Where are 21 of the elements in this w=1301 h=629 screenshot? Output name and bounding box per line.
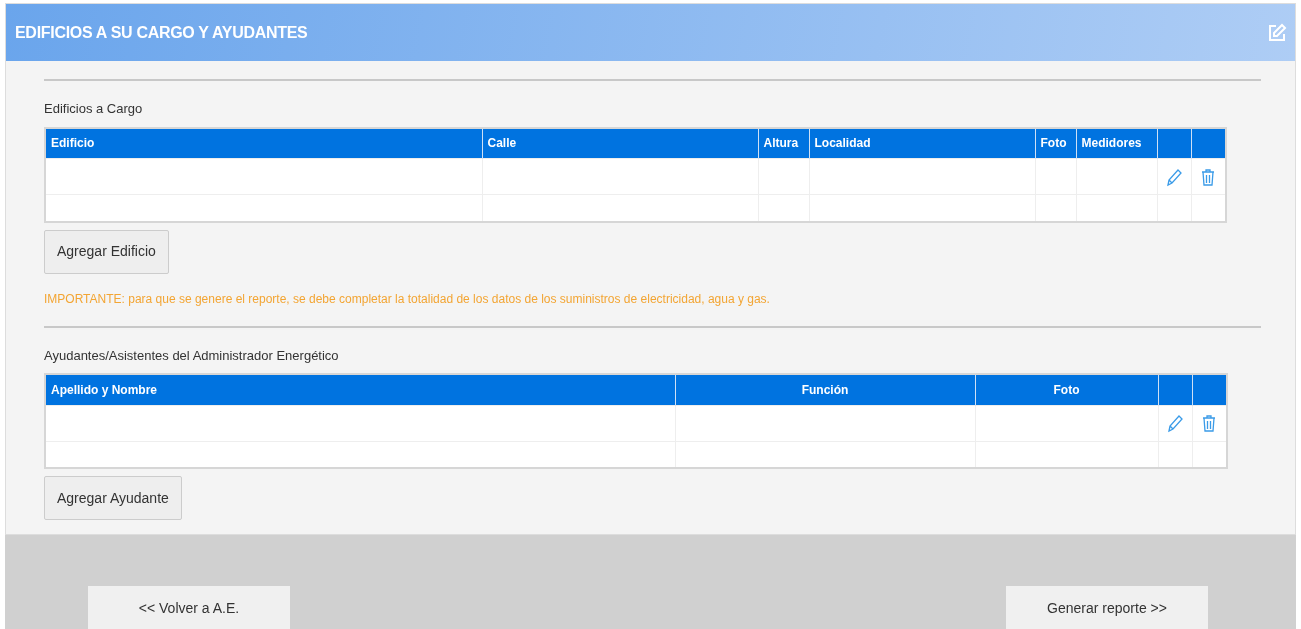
add-button[interactable]: Agregar Ayudante [44, 476, 182, 520]
edit-icon[interactable] [1267, 22, 1287, 43]
column-header: Calle [487, 136, 517, 151]
trash-icon[interactable] [1201, 413, 1218, 433]
section-label: Ayudantes/Asistentes del Administrador Energético [44, 346, 340, 365]
pencil-icon[interactable] [1166, 413, 1184, 433]
column-header: Medidores [1081, 136, 1142, 151]
column-header: Edificio [51, 136, 95, 151]
generate-report-button[interactable]: Generar reporte >> [1006, 586, 1208, 629]
warning-note: IMPORTANTE: para que se genere el reporte, se debe completar la totalidad de los datos de los suministros de electricidad, agua y gas. [44, 290, 771, 308]
trash-icon[interactable] [1200, 166, 1217, 187]
column-header: Foto [1053, 382, 1080, 397]
panel-title: EDIFICIOS A SU CARGO Y AYUDANTES [15, 22, 308, 43]
add-button[interactable]: Agregar Edificio [44, 229, 169, 274]
column-header: Función [801, 382, 849, 397]
column-header: Apellido y Nombre [51, 382, 157, 397]
column-header: Foto [1040, 136, 1067, 151]
column-header: Localidad [814, 136, 871, 151]
column-header: Altura [763, 136, 799, 151]
back-button[interactable]: << Volver a A.E. [88, 586, 290, 629]
section-label: Edificios a Cargo [44, 100, 144, 118]
